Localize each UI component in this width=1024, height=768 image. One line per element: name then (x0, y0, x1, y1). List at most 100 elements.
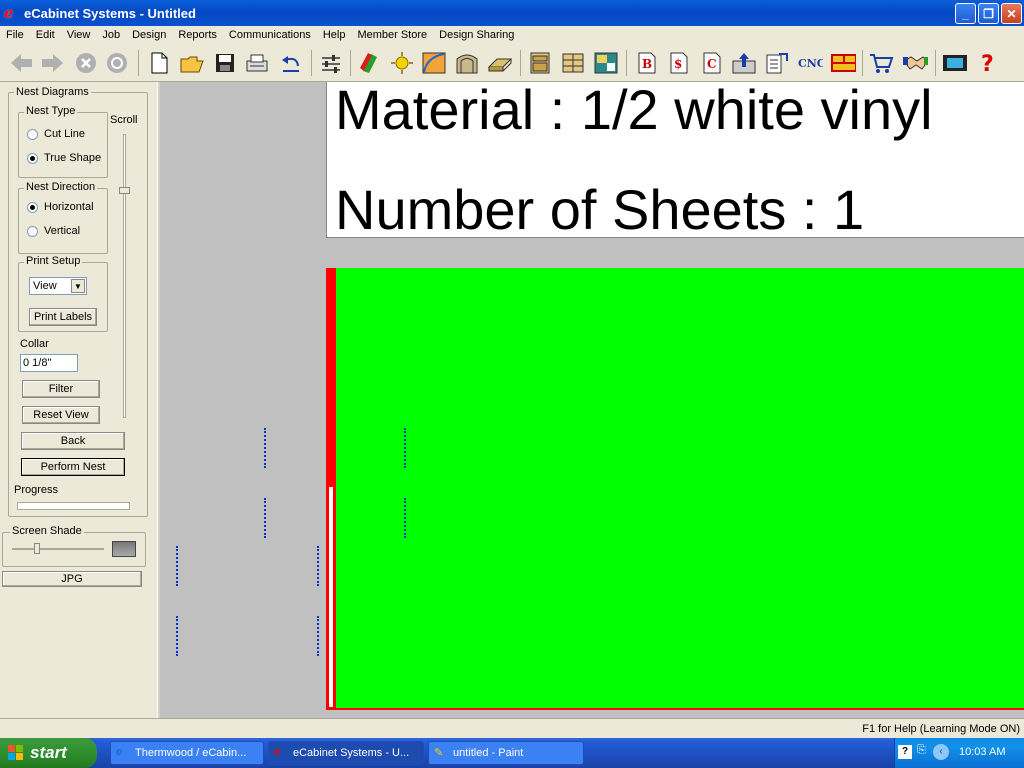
nest-layout-icon[interactable] (830, 50, 856, 76)
export-upload-icon[interactable] (731, 50, 757, 76)
taskbar-item-paint[interactable]: ✎ untitled - Paint (428, 741, 584, 765)
back-arrow-icon[interactable] (8, 50, 34, 76)
vertical-label: Vertical (44, 225, 81, 237)
cnc-icon[interactable]: CNC (797, 50, 823, 76)
view-select[interactable]: View ▼ (29, 277, 87, 295)
shade-color-swatch[interactable] (112, 541, 136, 557)
menu-file[interactable]: File (0, 29, 30, 41)
view-select-value: View (33, 280, 57, 292)
close-button[interactable]: ✕ (1001, 3, 1022, 24)
print-labels-button[interactable]: Print Labels (29, 308, 97, 326)
print-setup-title: Print Setup (24, 255, 83, 267)
nest-info-header: Material : 1/2 white vinyl Number of She… (326, 82, 1024, 238)
chevron-down-icon[interactable]: ▼ (71, 279, 85, 293)
menu-edit[interactable]: Edit (30, 29, 61, 41)
light-bulb-icon[interactable] (389, 50, 415, 76)
part-outline-marker (264, 428, 266, 468)
cut-line-radio[interactable] (27, 129, 38, 140)
stop-icon[interactable] (73, 50, 99, 76)
taskbar-item-label: Thermwood / eCabin... (135, 747, 247, 759)
jpg-button[interactable]: JPG (2, 571, 142, 587)
menu-job[interactable]: Job (96, 29, 126, 41)
network-tray-icon[interactable]: ⎘ (917, 744, 926, 757)
svg-text:CNC: CNC (798, 57, 823, 70)
horizontal-label: Horizontal (44, 201, 94, 213)
start-button[interactable]: start (0, 738, 97, 768)
filter-button[interactable]: Filter (22, 380, 100, 398)
help-question-icon[interactable]: ? (974, 50, 1000, 76)
nest-direction-title: Nest Direction (24, 181, 98, 193)
shopping-cart-icon[interactable] (868, 50, 894, 76)
undo-icon[interactable] (278, 50, 304, 76)
vertical-radio[interactable] (27, 226, 38, 237)
open-folder-icon[interactable] (179, 50, 205, 76)
menu-design[interactable]: Design (126, 29, 172, 41)
material-sheet[interactable] (326, 268, 1024, 710)
menu-member-store[interactable]: Member Store (351, 29, 433, 41)
perform-nest-button[interactable]: Perform Nest (21, 458, 125, 476)
taskbar-item-ecabinet[interactable]: e eCabinet Systems - U... (268, 741, 424, 765)
cut-list-icon[interactable]: C (699, 50, 725, 76)
pricing-icon[interactable]: $ (666, 50, 692, 76)
status-bar: F1 for Help (Learning Mode ON) (0, 718, 1024, 738)
screen-shade-thumb[interactable] (33, 543, 40, 554)
cabinet-icon[interactable] (527, 50, 553, 76)
back-button[interactable]: Back (21, 432, 125, 450)
profile-edge-icon[interactable] (421, 50, 447, 76)
screen-shade-slider[interactable] (12, 548, 104, 550)
menu-view[interactable]: View (61, 29, 97, 41)
svg-text:?: ? (981, 52, 994, 75)
nest-diagram-canvas[interactable]: Material : 1/2 white vinyl Number of She… (160, 82, 1024, 718)
true-shape-radio[interactable] (27, 153, 38, 164)
part-outline-marker (176, 616, 178, 656)
horizontal-radio[interactable] (27, 202, 38, 213)
save-icon[interactable] (212, 50, 238, 76)
taskbar-item-label: untitled - Paint (453, 747, 524, 759)
film-strip-icon[interactable] (941, 50, 967, 76)
part-outline-marker (317, 546, 319, 586)
menu-communications[interactable]: Communications (223, 29, 317, 41)
print-icon[interactable] (244, 50, 270, 76)
windows-taskbar: start e Thermwood / eCabin... e eCabinet… (0, 738, 1024, 768)
handshake-icon[interactable] (902, 50, 928, 76)
doorway-arch-icon[interactable] (454, 50, 480, 76)
part-outline-marker (176, 546, 178, 586)
new-document-icon[interactable] (146, 50, 172, 76)
collar-field[interactable]: 0 1/8" (20, 354, 78, 372)
nest-direction-group (18, 188, 108, 254)
forward-arrow-icon[interactable] (40, 50, 66, 76)
refresh-icon[interactable] (104, 50, 130, 76)
svg-text:B: B (642, 57, 652, 71)
send-document-icon[interactable] (764, 50, 790, 76)
chevron-left-icon[interactable]: ‹ (933, 744, 949, 760)
taskbar-item-thermwood[interactable]: e Thermwood / eCabin... (110, 741, 264, 765)
menu-design-sharing[interactable]: Design Sharing (433, 29, 520, 41)
screen-shade-title: Screen Shade (10, 525, 84, 537)
drawer-cabinet-icon[interactable] (560, 50, 586, 76)
restore-button[interactable]: ❐ (978, 3, 999, 24)
help-tray-icon[interactable]: ? (898, 745, 912, 759)
settings-sliders-icon[interactable] (318, 50, 344, 76)
sheet-count-text: Number of Sheets : 1 (335, 178, 865, 241)
panel-stack-icon[interactable] (487, 50, 513, 76)
material-swatch-icon[interactable] (356, 50, 382, 76)
progress-bar (17, 502, 130, 510)
nest-type-group (18, 112, 108, 178)
nest-diagrams-title: Nest Diagrams (14, 86, 91, 98)
menu-help[interactable]: Help (317, 29, 352, 41)
toolbar: B $ C CNC ? (0, 44, 1024, 82)
scroll-slider-track[interactable] (123, 134, 126, 418)
title-bar: e eCabinet Systems - Untitled _ ❐ ✕ (0, 0, 1024, 26)
bill-of-materials-icon[interactable]: B (634, 50, 660, 76)
svg-text:C: C (707, 57, 717, 71)
taskbar-item-label: eCabinet Systems - U... (293, 747, 410, 759)
cut-line-label: Cut Line (44, 128, 85, 140)
room-layout-icon[interactable] (593, 50, 619, 76)
menu-reports[interactable]: Reports (172, 29, 223, 41)
reset-view-button[interactable]: Reset View (22, 406, 100, 424)
minimize-button[interactable]: _ (955, 3, 976, 24)
scroll-slider-thumb[interactable] (119, 187, 130, 194)
start-label: start (30, 743, 67, 762)
nest-type-title: Nest Type (24, 105, 78, 117)
collar-label: Collar (20, 338, 49, 350)
